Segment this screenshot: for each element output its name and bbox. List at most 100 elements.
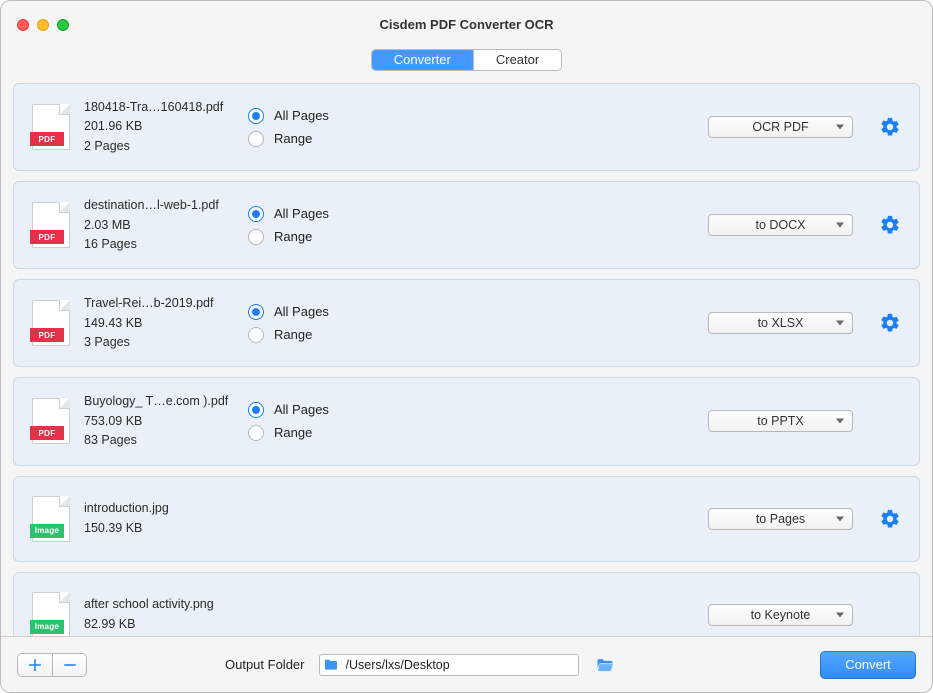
app-window: Cisdem PDF Converter OCR Converter Creat… xyxy=(0,0,933,693)
plus-icon xyxy=(26,656,44,674)
file-pages: 3 Pages xyxy=(84,333,234,352)
radio-range[interactable]: Range xyxy=(248,225,388,248)
output-format-select[interactable]: OCR PDF xyxy=(708,116,853,138)
file-name: 180418-Tra…160418.pdf xyxy=(84,98,234,117)
page-range-group: All Pages Range xyxy=(248,104,388,150)
settings-placeholder xyxy=(879,410,901,432)
page-range-group: All Pages Range xyxy=(248,300,388,346)
file-info: destination…l-web-1.pdf2.03 MB16 Pages xyxy=(84,196,234,254)
file-thumbnail: PDF xyxy=(32,398,70,444)
file-info: Travel-Rei…b-2019.pdf149.43 KB3 Pages xyxy=(84,294,234,352)
radio-all-pages[interactable]: All Pages xyxy=(248,300,388,323)
file-row[interactable]: PDF Buyology_ T…e.com ).pdf753.09 KB83 Pa… xyxy=(13,377,920,465)
file-type-badge: PDF xyxy=(30,426,64,440)
traffic-lights xyxy=(17,19,69,31)
file-type-badge: PDF xyxy=(30,230,64,244)
tab-converter[interactable]: Converter xyxy=(372,50,473,70)
output-format-select[interactable]: to Keynote xyxy=(708,604,853,626)
file-size: 150.39 KB xyxy=(84,519,234,538)
file-size: 149.43 KB xyxy=(84,314,234,333)
file-size: 753.09 KB xyxy=(84,412,234,431)
file-info: Buyology_ T…e.com ).pdf753.09 KB83 Pages xyxy=(84,392,234,450)
zoom-window-button[interactable] xyxy=(57,19,69,31)
tab-creator[interactable]: Creator xyxy=(473,50,561,70)
radio-range[interactable]: Range xyxy=(248,127,388,150)
output-format-select[interactable]: to DOCX xyxy=(708,214,853,236)
format-label: to XLSX xyxy=(758,316,804,330)
file-row[interactable]: PDF destination…l-web-1.pdf2.03 MB16 Page… xyxy=(13,181,920,269)
file-size: 82.99 KB xyxy=(84,615,234,634)
radio-indicator xyxy=(248,402,264,418)
radio-label: All Pages xyxy=(274,304,329,319)
settings-button[interactable] xyxy=(879,312,901,334)
gear-icon xyxy=(879,223,901,240)
gear-icon xyxy=(879,125,901,142)
browse-folder-button[interactable] xyxy=(593,653,617,677)
remove-file-button[interactable] xyxy=(52,654,86,676)
radio-all-pages[interactable]: All Pages xyxy=(248,398,388,421)
file-thumbnail: PDF xyxy=(32,104,70,150)
file-type-badge: PDF xyxy=(30,328,64,342)
file-info: 180418-Tra…160418.pdf201.96 KB2 Pages xyxy=(84,98,234,156)
radio-indicator xyxy=(248,304,264,320)
window-title: Cisdem PDF Converter OCR xyxy=(379,17,553,32)
page-range-group: All Pages Range xyxy=(248,398,388,444)
file-pages: 2 Pages xyxy=(84,137,234,156)
file-info: after school activity.png82.99 KB xyxy=(84,595,234,634)
radio-label: All Pages xyxy=(274,108,329,123)
footer-bar: Output Folder Convert xyxy=(1,636,932,692)
format-label: to Keynote xyxy=(751,608,811,622)
minus-icon xyxy=(61,656,79,674)
output-format-select[interactable]: to Pages xyxy=(708,508,853,530)
mode-tabbar: Converter Creator xyxy=(1,47,932,83)
folder-icon xyxy=(320,655,342,675)
file-pages: 83 Pages xyxy=(84,431,234,450)
settings-button[interactable] xyxy=(879,116,901,138)
radio-indicator xyxy=(248,425,264,441)
output-folder-input[interactable] xyxy=(342,655,578,675)
file-pages: 16 Pages xyxy=(84,235,234,254)
file-type-badge: Image xyxy=(30,620,64,634)
radio-indicator xyxy=(248,229,264,245)
radio-range[interactable]: Range xyxy=(248,323,388,346)
mode-tabs: Converter Creator xyxy=(371,49,562,71)
add-file-button[interactable] xyxy=(18,654,52,676)
file-type-badge: PDF xyxy=(30,132,64,146)
format-label: OCR PDF xyxy=(752,120,808,134)
file-thumbnail: Image xyxy=(32,496,70,542)
close-window-button[interactable] xyxy=(17,19,29,31)
radio-label: Range xyxy=(274,425,312,440)
file-name: Buyology_ T…e.com ).pdf xyxy=(84,392,234,411)
radio-all-pages[interactable]: All Pages xyxy=(248,202,388,225)
file-thumbnail: Image xyxy=(32,592,70,637)
convert-button[interactable]: Convert xyxy=(820,651,916,679)
file-row[interactable]: PDF Travel-Rei…b-2019.pdf149.43 KB3 Pages… xyxy=(13,279,920,367)
radio-label: All Pages xyxy=(274,206,329,221)
settings-button[interactable] xyxy=(879,508,901,530)
radio-indicator xyxy=(248,108,264,124)
output-format-select[interactable]: to PPTX xyxy=(708,410,853,432)
file-list[interactable]: PDF 180418-Tra…160418.pdf201.96 KB2 Pages… xyxy=(1,83,932,636)
titlebar: Cisdem PDF Converter OCR xyxy=(1,1,932,47)
file-size: 2.03 MB xyxy=(84,216,234,235)
file-row[interactable]: PDF 180418-Tra…160418.pdf201.96 KB2 Pages… xyxy=(13,83,920,171)
file-name: Travel-Rei…b-2019.pdf xyxy=(84,294,234,313)
settings-button[interactable] xyxy=(879,214,901,236)
file-name: introduction.jpg xyxy=(84,499,234,518)
output-folder-field[interactable] xyxy=(319,654,579,676)
gear-icon xyxy=(879,321,901,338)
file-row[interactable]: Image after school activity.png82.99 KB to… xyxy=(13,572,920,637)
add-remove-group xyxy=(17,653,87,677)
radio-all-pages[interactable]: All Pages xyxy=(248,104,388,127)
settings-placeholder xyxy=(879,604,901,626)
minimize-window-button[interactable] xyxy=(37,19,49,31)
radio-range[interactable]: Range xyxy=(248,421,388,444)
gear-icon xyxy=(879,517,901,534)
file-info: introduction.jpg150.39 KB xyxy=(84,499,234,538)
output-format-select[interactable]: to XLSX xyxy=(708,312,853,334)
radio-label: Range xyxy=(274,327,312,342)
open-folder-icon xyxy=(595,655,615,675)
file-row[interactable]: Image introduction.jpg150.39 KB to Pages xyxy=(13,476,920,562)
page-range-group: All Pages Range xyxy=(248,202,388,248)
format-label: to DOCX xyxy=(755,218,805,232)
